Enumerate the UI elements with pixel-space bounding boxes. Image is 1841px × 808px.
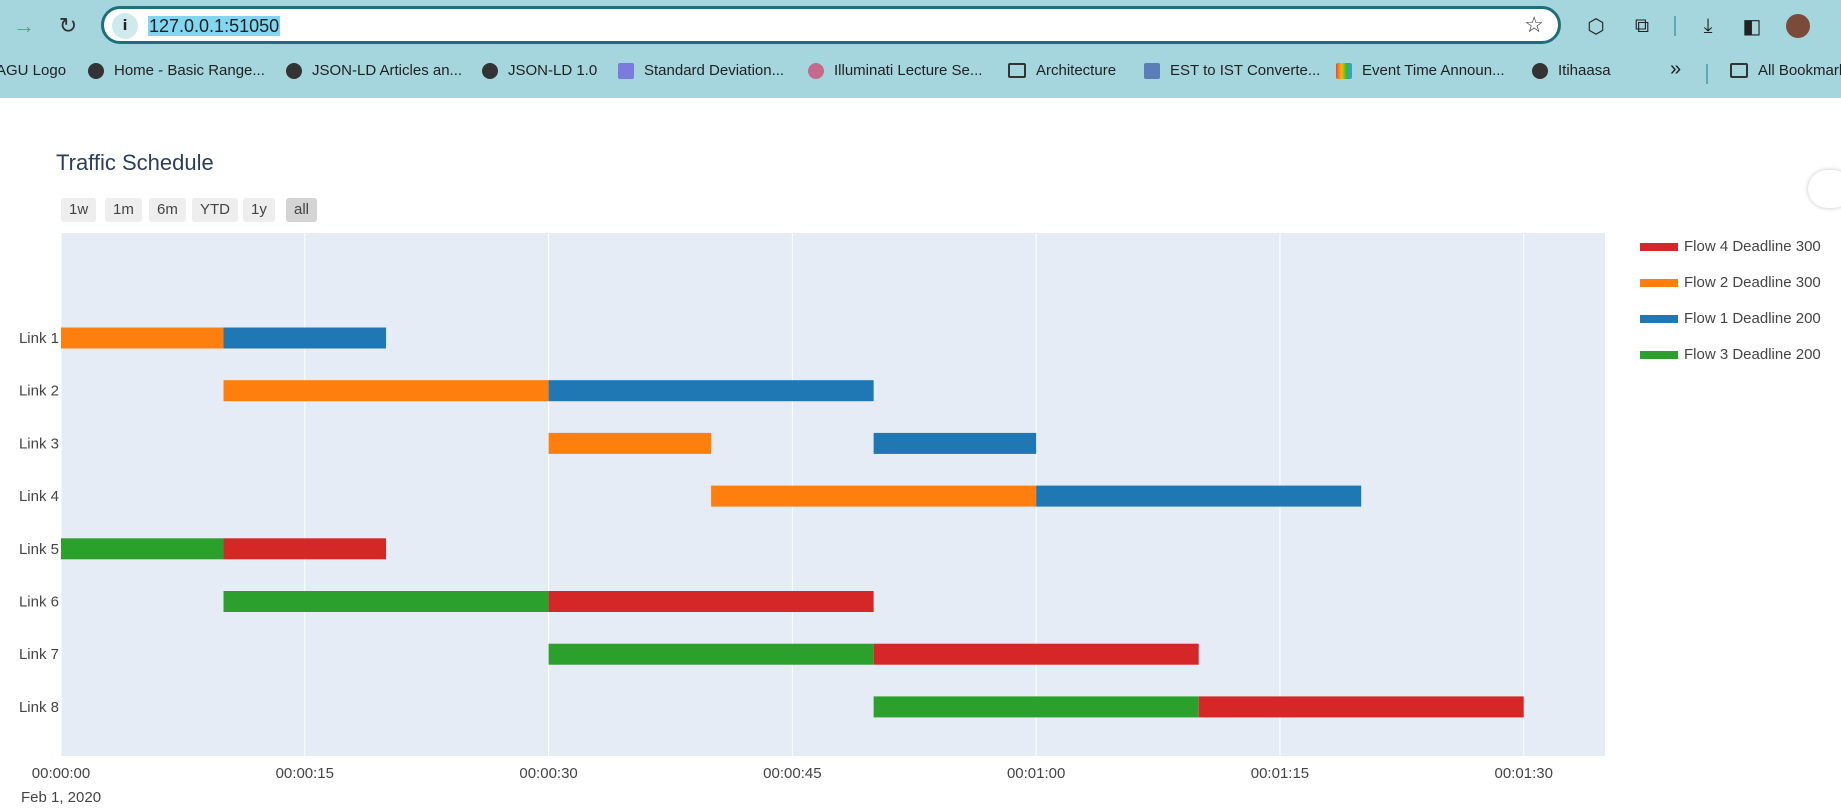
legend-swatch [1640,243,1678,252]
extension-cube-icon[interactable]: ⬡ [1582,12,1610,40]
x-tick-label: 00:00:15 [276,765,334,782]
address-bar[interactable]: i 127.0.0.1:51050 ☆ [101,6,1561,44]
y-tick-label: Link 4 [19,488,59,505]
gantt-bar [711,485,1037,507]
reload-icon[interactable]: ↻ [52,10,84,42]
y-tick-label: Link 2 [19,383,59,400]
site-info-icon[interactable]: i [112,13,138,39]
side-panel-icon[interactable]: ◧ [1738,12,1766,40]
x-tick-label: 00:00:30 [519,765,577,782]
y-tick-label: Link 7 [19,646,59,663]
clock-icon [1144,62,1160,79]
toolbar-divider [1674,16,1676,36]
download-icon[interactable]: ⤓ [1694,12,1722,40]
bookmark-item[interactable]: Home - Basic Range... [88,62,265,79]
gantt-bar [548,643,874,665]
bookmarks-bar: AGU Logo Home - Basic Range... JSON-LD A… [0,58,1841,88]
chart-icon [618,62,634,79]
forward-arrow-icon[interactable]: → [8,10,40,42]
y-tick-label: Link 1 [19,330,59,347]
bookmark-item[interactable]: Itihaasa [1532,62,1611,79]
gantt-bar [548,432,712,454]
gantt-bar [1036,485,1362,507]
gantt-plot: 00:00:00 00:00:15 00:00:30 00:00:45 00:01:00… [19,233,1605,806]
url-text[interactable]: 127.0.0.1:51050 [148,16,281,36]
gantt-bar [223,538,387,560]
gantt-bar [548,591,874,612]
y-tick-label: Link 3 [19,435,59,452]
globe-icon [88,62,104,79]
x-tick-label: 00:00:00 [32,765,90,782]
globe-icon [482,62,498,79]
gantt-bar [873,432,1037,454]
extensions-puzzle-icon[interactable]: ⧉ [1628,12,1656,40]
folder-icon [1008,63,1026,78]
gantt-bar [223,380,549,402]
x-tick-label: 00:01:15 [1251,765,1309,782]
bookmark-item[interactable]: EST to IST Converte... [1144,62,1320,79]
all-bookmarks-button[interactable]: All Bookmarks [1730,62,1841,79]
legend-label: Flow 4 Deadline 300 [1684,238,1821,255]
bookmark-item[interactable]: Standard Deviation... [618,62,784,79]
gantt-bar [223,591,549,612]
legend-label: Flow 3 Deadline 200 [1684,346,1821,363]
globe-icon [286,62,302,79]
x-tick-label: 00:01:00 [1007,765,1065,782]
gantt-bar [873,696,1199,718]
gantt-bar [1198,696,1524,718]
bookmarks-divider [1706,64,1708,84]
bookmark-item[interactable]: Event Time Announ... [1336,62,1505,79]
bookmark-star-icon[interactable]: ☆ [1524,12,1544,38]
legend-label: Flow 1 Deadline 200 [1684,310,1821,327]
gantt-bar [61,538,224,560]
chart-container: Traffic Schedule 1w 1m 6m YTD 1y all 00:… [0,98,1841,808]
bookmarks-overflow-button[interactable]: » [1670,58,1681,81]
y-tick-label: Link 8 [19,699,59,716]
x-date-label: Feb 1, 2020 [21,789,101,806]
legend-swatch [1640,279,1678,288]
gantt-bar [548,380,874,402]
emblem-icon [808,62,824,79]
legend-label: Flow 2 Deadline 300 [1684,274,1821,291]
browser-toolbar: → ↻ i 127.0.0.1:51050 ☆ ⬡ ⧉ ⤓ ◧ AGU Logo… [0,0,1841,98]
legend-item[interactable]: Flow 3 Deadline 200 [1640,346,1821,363]
bookmark-item[interactable]: JSON-LD Articles an... [286,62,462,79]
legend-item[interactable]: Flow 4 Deadline 300 [1640,238,1821,255]
bookmark-item[interactable]: JSON-LD 1.0 [482,62,597,79]
y-tick-label: Link 6 [19,594,59,611]
legend-item[interactable]: Flow 2 Deadline 300 [1640,274,1821,291]
bookmark-item[interactable]: AGU Logo [0,62,66,79]
event-icon [1336,62,1352,79]
globe-icon [1532,62,1548,79]
legend-swatch [1640,351,1678,360]
folder-icon [1730,63,1748,78]
legend-item[interactable]: Flow 1 Deadline 200 [1640,310,1821,327]
x-tick-label: 00:01:30 [1495,765,1553,782]
extension-float-button[interactable] [1808,170,1841,208]
gantt-bar [873,643,1199,665]
gantt-bar [223,327,387,349]
bookmark-item[interactable]: Illuminati Lecture Se... [808,62,982,79]
y-tick-label: Link 5 [19,541,59,558]
x-tick-label: 00:00:45 [763,765,821,782]
legend-swatch [1640,315,1678,324]
gantt-bar [61,327,224,349]
profile-avatar[interactable] [1784,12,1812,40]
bookmark-item[interactable]: Architecture [1008,62,1116,79]
